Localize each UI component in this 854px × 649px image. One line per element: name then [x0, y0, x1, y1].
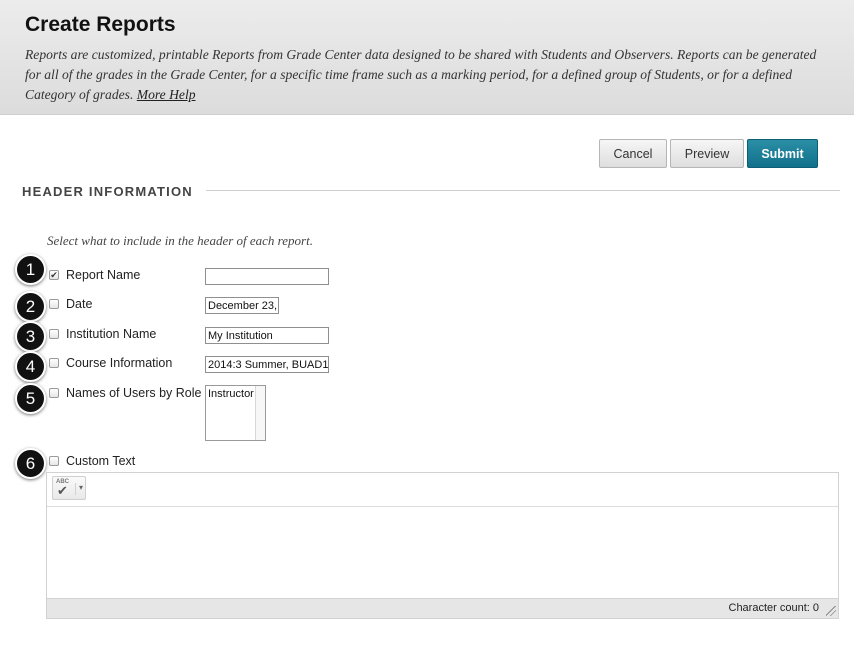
- institution-name-label: Institution Name: [66, 327, 157, 341]
- role-option-instructor[interactable]: Instructor: [208, 388, 254, 400]
- preview-button[interactable]: Preview: [670, 139, 744, 168]
- institution-name-input[interactable]: My Institution: [205, 327, 329, 344]
- custom-text-editor[interactable]: ABC ✔ ▾ Character count: 0: [46, 472, 839, 619]
- more-help-link[interactable]: More Help: [137, 87, 196, 102]
- callout-marker-3: 3: [15, 321, 46, 352]
- date-checkbox[interactable]: [49, 299, 59, 309]
- page-description: Reports are customized, printable Report…: [25, 45, 825, 105]
- character-count: Character count: 0: [728, 602, 820, 614]
- custom-text-label: Custom Text: [66, 454, 136, 468]
- cancel-button[interactable]: Cancel: [599, 139, 667, 168]
- user-role-listbox[interactable]: Instructor: [205, 385, 266, 441]
- date-label: Date: [66, 297, 93, 311]
- names-of-users-label: Names of Users by Role: [66, 386, 202, 400]
- listbox-scrollbar[interactable]: [255, 386, 265, 440]
- callout-marker-1: 1: [15, 254, 46, 285]
- names-of-users-checkbox[interactable]: [49, 388, 59, 398]
- report-name-label: Report Name: [66, 268, 141, 282]
- page-title: Create Reports: [25, 13, 176, 36]
- editor-status-bar: Character count: 0: [47, 598, 838, 618]
- callout-marker-6: 6: [15, 448, 46, 479]
- institution-name-checkbox[interactable]: [49, 329, 59, 339]
- course-information-input[interactable]: 2014:3 Summer, BUAD10: [205, 356, 329, 373]
- spellcheck-button[interactable]: ABC ✔ ▾: [52, 476, 86, 500]
- checkmark-icon: ✔: [50, 270, 58, 280]
- course-information-label: Course Information: [66, 356, 173, 370]
- section-instructions: Select what to include in the header of …: [47, 233, 313, 248]
- report-name-checkbox[interactable]: ✔: [49, 270, 59, 280]
- check-icon: ✔: [57, 483, 68, 498]
- submit-button[interactable]: Submit: [747, 139, 818, 168]
- callout-marker-5: 5: [15, 383, 46, 414]
- custom-text-checkbox[interactable]: [49, 456, 59, 466]
- editor-toolbar: ABC ✔ ▾: [47, 473, 838, 507]
- chevron-down-icon[interactable]: ▾: [75, 483, 83, 495]
- resize-handle-icon[interactable]: [826, 606, 836, 616]
- date-input[interactable]: December 23, 2: [205, 297, 279, 314]
- report-name-input[interactable]: [205, 268, 329, 285]
- course-information-checkbox[interactable]: [49, 358, 59, 368]
- callout-marker-2: 2: [15, 291, 46, 322]
- section-divider: [206, 190, 840, 191]
- callout-marker-4: 4: [15, 351, 46, 382]
- section-heading: HEADER INFORMATION: [22, 184, 193, 199]
